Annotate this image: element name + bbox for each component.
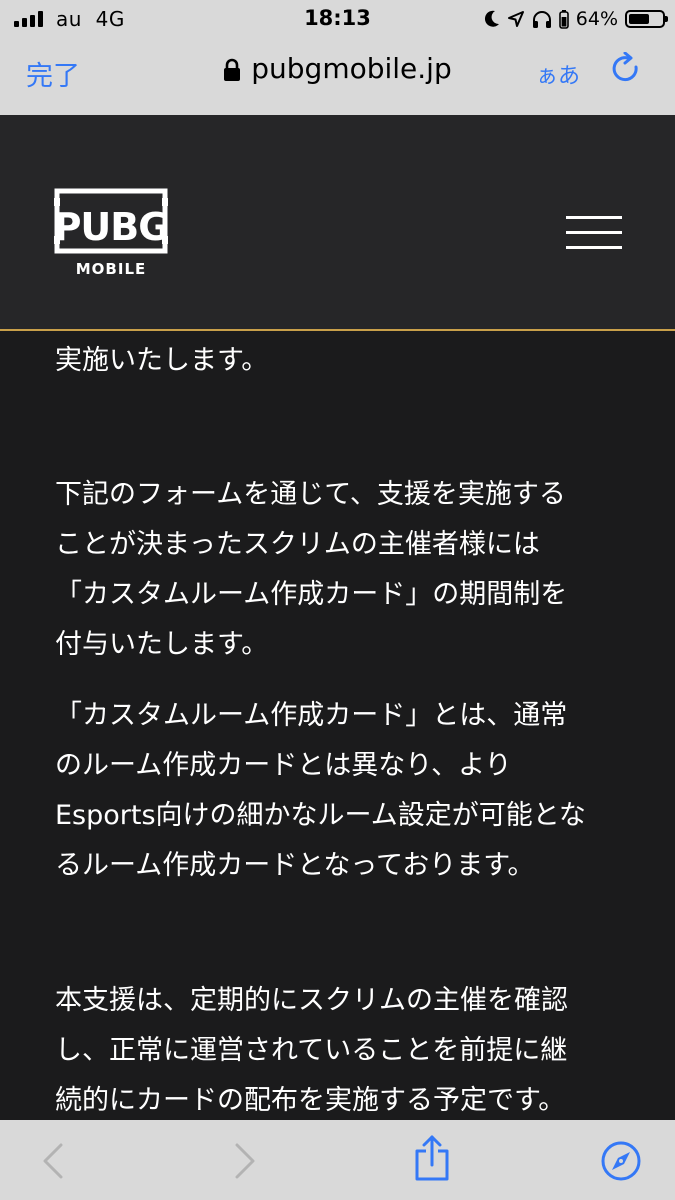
back-chevron-icon[interactable] xyxy=(40,1142,66,1180)
paragraph-3: 「カスタムルーム作成カード」とは、通常 のルーム作成カードとは異なり、より Es… xyxy=(55,691,625,891)
text-size-button[interactable]: ぁあ xyxy=(536,58,580,90)
address-bar: 完了 pubgmobile.jp ぁあ xyxy=(0,38,675,115)
paragraph-1: 実施いたします。 xyxy=(55,336,625,386)
text-line: のルーム作成カードとは異なり、より xyxy=(55,750,512,781)
text-line: 下記のフォームを通じて、支援を実施する xyxy=(55,479,566,510)
text-line: るルーム作成カードとなっております。 xyxy=(55,850,535,881)
status-bar: au 4G 18:13 64% xyxy=(0,0,675,38)
text-line: 本支援は、定期的にスクリムの主催を確認 xyxy=(55,985,568,1016)
forward-chevron-icon[interactable] xyxy=(232,1142,258,1180)
text-line: ことが決まったスクリムの主催者様には xyxy=(55,529,540,560)
hamburger-menu-icon[interactable] xyxy=(566,216,622,250)
headphones-icon xyxy=(532,11,551,28)
battery-small-icon xyxy=(558,10,569,29)
safari-compass-icon[interactable] xyxy=(600,1140,642,1182)
text-line: し、正常に運営されていることを前提に継 xyxy=(55,1035,568,1066)
pubg-mobile-logo[interactable]: PUBG MOBILE xyxy=(54,188,172,278)
text-line: 「カスタムルーム作成カード」とは、通常 xyxy=(55,700,568,731)
text-line: 続的にカードの配布を実施する予定です。 xyxy=(55,1085,566,1116)
reload-icon[interactable] xyxy=(609,52,643,86)
text-line: Esports向けの細かなルーム設定が可能とな xyxy=(55,800,586,831)
text-line: 「カスタムルーム作成カード」の期間制を xyxy=(55,579,568,610)
battery-percent: 64% xyxy=(575,8,618,30)
text-line: 付与いたします。 xyxy=(55,629,269,660)
bottom-toolbar xyxy=(0,1120,675,1200)
paragraph-2: 下記のフォームを通じて、支援を実施する ことが決まったスクリムの主催者様には 「… xyxy=(55,470,625,670)
status-icons: 64% xyxy=(484,6,668,32)
battery-level xyxy=(629,14,649,24)
site-header: PUBG MOBILE xyxy=(0,115,675,331)
url-text: pubgmobile.jp xyxy=(251,52,452,85)
lock-icon xyxy=(224,58,241,81)
article-content: 実施いたします。 下記のフォームを通じて、支援を実施する ことが決まったスクリム… xyxy=(0,331,675,1120)
battery-icon xyxy=(625,10,668,28)
location-arrow-icon xyxy=(507,11,524,27)
paragraph-4: 本支援は、定期的にスクリムの主催を確認 し、正常に運営されていることを前提に継 … xyxy=(55,976,625,1120)
svg-text:MOBILE: MOBILE xyxy=(76,260,147,278)
text-line: 実施いたします。 xyxy=(55,345,269,376)
moon-icon xyxy=(484,10,499,27)
svg-text:PUBG: PUBG xyxy=(54,205,168,249)
share-icon[interactable] xyxy=(413,1134,451,1182)
